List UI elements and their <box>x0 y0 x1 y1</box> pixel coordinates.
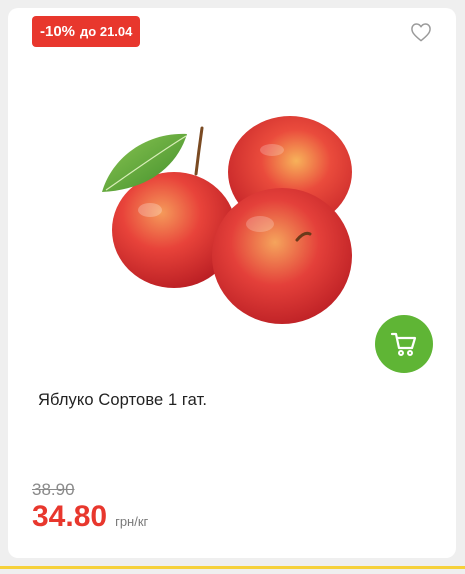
heart-icon[interactable] <box>410 22 432 42</box>
accent-divider <box>0 566 465 569</box>
discount-percent: -10% <box>40 23 76 40</box>
add-to-cart-button[interactable] <box>375 315 433 373</box>
discount-until: до 21.04 <box>80 24 133 39</box>
current-price: 34.80 <box>32 500 108 533</box>
product-image[interactable] <box>92 112 382 342</box>
shopping-cart-icon <box>390 332 417 356</box>
price-unit: грн/кг <box>115 514 149 529</box>
old-price: 38.90 <box>32 480 75 499</box>
current-price-row: 34.80 грн/кг <box>32 500 148 534</box>
discount-badge: -10% до 21.04 <box>32 16 141 47</box>
product-title[interactable]: Яблуко Сортове 1 гат. <box>38 391 207 410</box>
